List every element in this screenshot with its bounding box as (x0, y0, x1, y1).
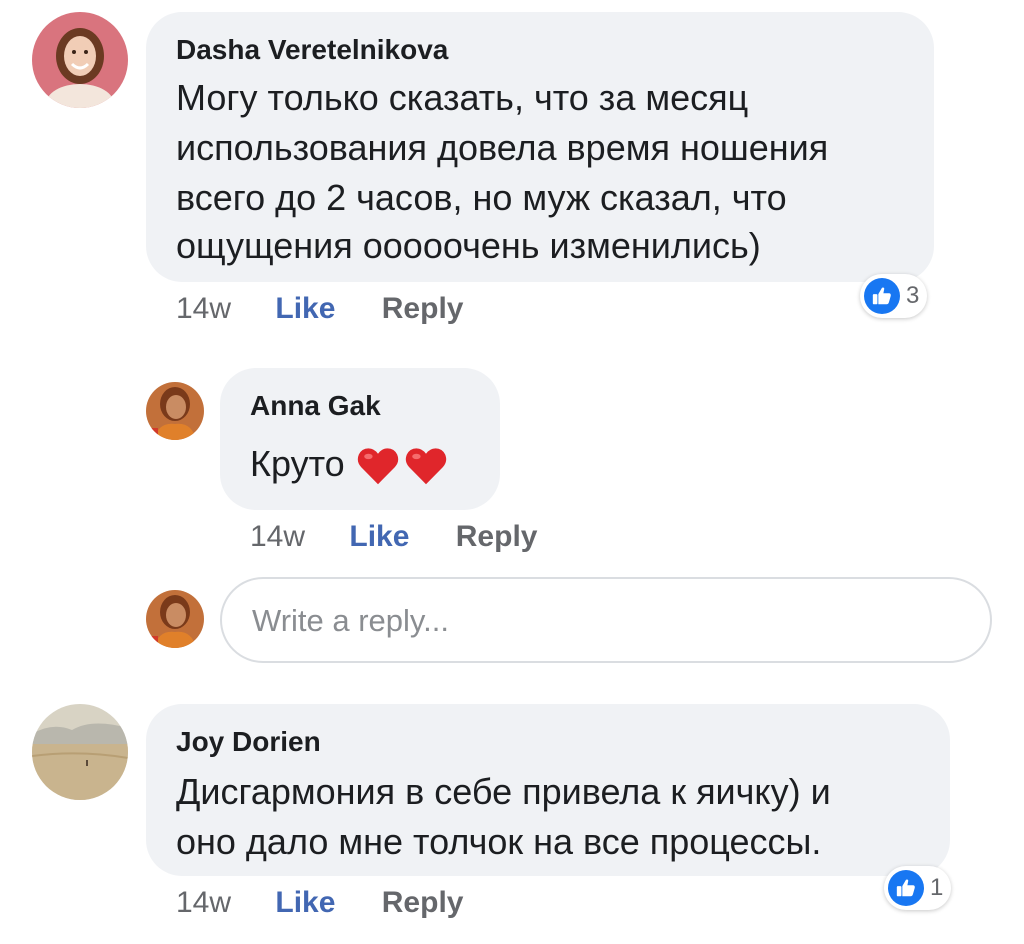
comment-text-line: Дисгармония в себе привела к яичку) и (176, 771, 831, 812)
comment-timestamp: 14w (250, 520, 306, 553)
reply-input-container (220, 577, 992, 663)
avatar-joy-image (32, 704, 128, 800)
reply-button[interactable]: Reply (456, 520, 538, 553)
avatar-anna[interactable] (146, 382, 204, 440)
comment-meta-anna: 14w Like Reply (250, 520, 537, 554)
reaction-badge-dasha[interactable]: 3 (860, 274, 928, 318)
thumbs-up-icon (864, 278, 900, 314)
avatar-anna-image (146, 382, 204, 440)
reaction-badge-joy[interactable]: 1 (884, 866, 952, 910)
avatar-joy[interactable] (32, 704, 128, 800)
like-button[interactable]: Like (275, 886, 335, 919)
comment-author-dasha[interactable]: Dasha Veretelnikova (176, 34, 448, 66)
reply-button[interactable]: Reply (382, 886, 464, 919)
avatar-dasha[interactable] (32, 12, 128, 108)
thumbs-up-icon (888, 870, 924, 906)
comment-text-line: использования довела время ношения (176, 127, 829, 168)
comment-text-line: Могу только сказать, что за месяц (176, 77, 749, 118)
comment-timestamp: 14w (176, 886, 232, 919)
heart-emoji-icon (405, 448, 446, 485)
reply-button[interactable]: Reply (382, 292, 464, 325)
avatar-current-user (146, 590, 204, 648)
comment-text-anna: Круто (250, 440, 451, 489)
like-button[interactable]: Like (275, 292, 335, 325)
heart-emoji-icon (357, 448, 398, 485)
comment-text-line: ощущения ооооочень изменились) (176, 225, 761, 266)
heart-emojis (355, 443, 451, 489)
comment-meta-joy: 14w Like Reply (176, 886, 463, 920)
comment-text-line: всего до 2 часов, но муж сказал, что (176, 177, 787, 218)
comment-author-joy[interactable]: Joy Dorien (176, 726, 321, 758)
reaction-count: 1 (930, 874, 944, 901)
avatar-dasha-image (32, 12, 128, 108)
comment-timestamp: 14w (176, 292, 232, 325)
comment-text-line: оно дало мне толчок на все процессы. (176, 821, 822, 862)
comment-meta-dasha: 14w Like Reply (176, 292, 463, 326)
comment-text: Круто (250, 443, 345, 484)
reply-input[interactable] (250, 579, 954, 663)
reaction-count: 3 (906, 282, 920, 309)
comment-author-anna[interactable]: Anna Gak (250, 390, 381, 422)
avatar-current-user-image (146, 590, 204, 648)
like-button[interactable]: Like (349, 520, 409, 553)
